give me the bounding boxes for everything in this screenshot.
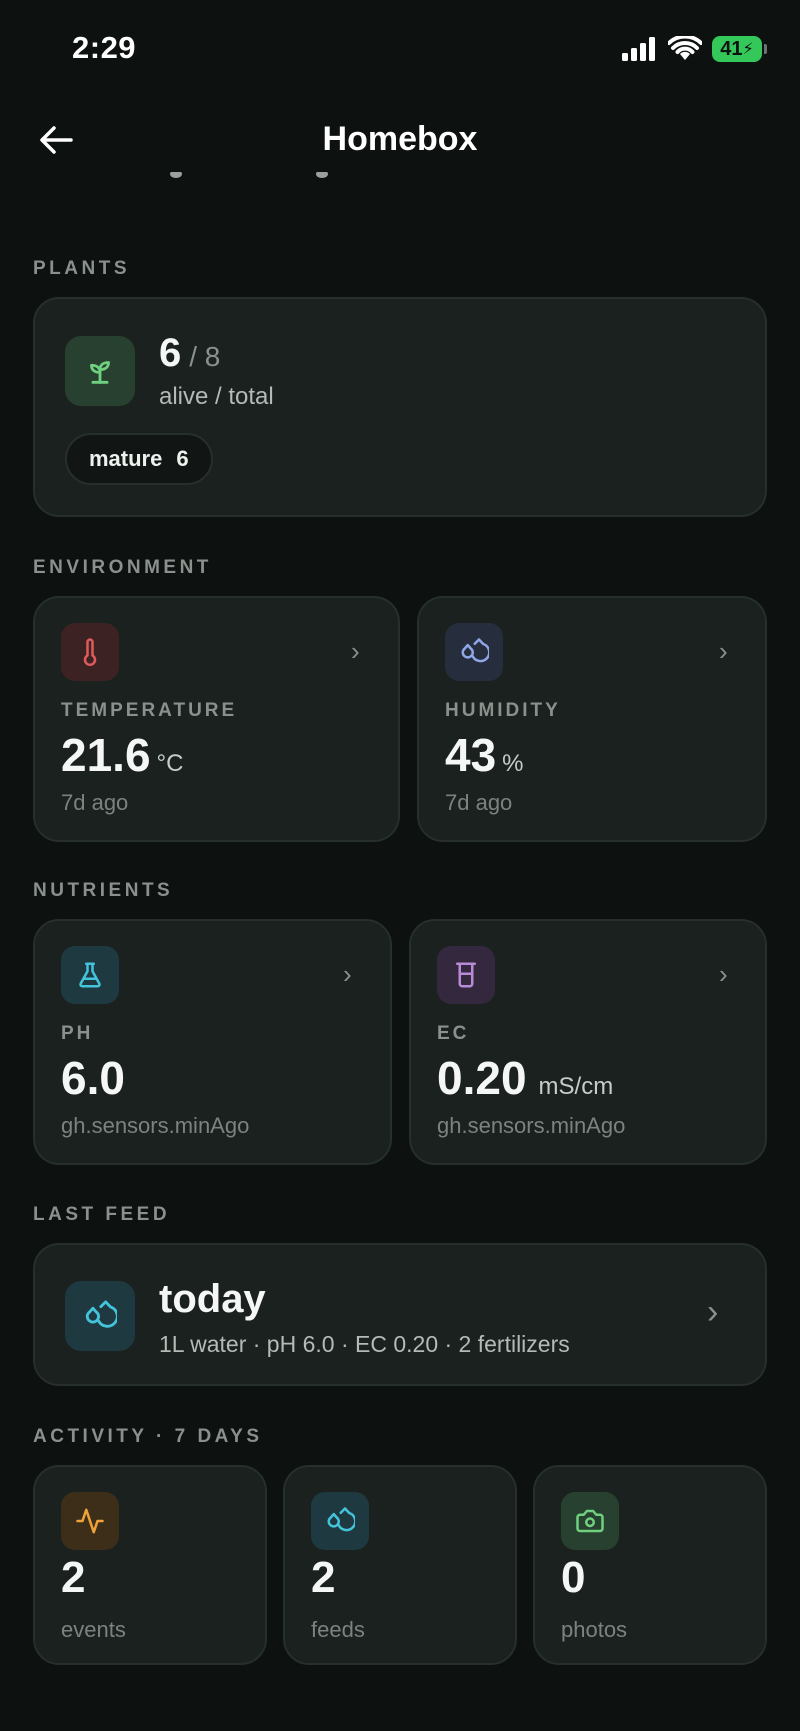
humidity-updated: 7d ago [445,790,513,815]
ec-value: 0.20 mS/cm [437,1051,613,1105]
chevron-right-icon: › [351,636,360,666]
thermometer-icon [83,638,97,666]
flask-icon [79,962,101,988]
plants-count: 6 / 8 [159,331,220,376]
section-label-last-feed: LAST FEED [33,1204,171,1225]
humidity-icon-box [445,623,503,681]
temperature-updated: 7d ago [61,790,129,815]
ec-icon-box [437,946,495,1004]
humidity-number: 43 [445,729,497,781]
photos-label: photos [561,1617,628,1642]
feeds-count: 2 [311,1553,336,1602]
sprout-icon [90,361,110,384]
photos-count: 0 [561,1553,586,1602]
activity-feeds-card[interactable]: 2 feeds [283,1465,517,1665]
activity-pulse-icon [76,1508,104,1534]
stage-pill-mature[interactable]: mature 6 [65,433,213,485]
temperature-number: 21.6 [61,729,151,781]
battery-level: 41 [720,37,743,60]
humidity-card[interactable]: › HUMIDITY 43% 7d ago [417,596,767,842]
plants-alive: 6 [159,331,182,375]
droplets-icon [461,638,489,663]
temperature-value: 21.6 °C [61,728,183,782]
chevron-right-icon: › [719,636,728,666]
ph-label: PH [61,1023,94,1044]
activity-events-card[interactable]: 2 events [33,1465,267,1665]
chevron-right-icon: › [343,959,352,989]
stage-count: 6 [176,446,189,471]
section-label-nutrients: NUTRIENTS [33,880,174,901]
page-title: Homebox [322,120,478,158]
humidity-value: 43% [445,728,524,782]
ec-card[interactable]: › EC 0.20 mS/cm gh.sensors.minAgo [409,919,767,1165]
last-feed-details: 1L water · pH 6.0 · EC 0.20 · 2 fertiliz… [159,1331,570,1357]
feed-icon-box [65,1281,135,1351]
stage-label: mature [89,446,163,471]
navigation-bar: Homebox [0,100,800,180]
plants-card[interactable]: 6 / 8 alive / total mature 6 [33,297,767,517]
section-label-environment: ENVIRONMENT [33,557,212,578]
camera-icon [576,1509,604,1533]
section-label-plants: PLANTS [33,258,130,279]
temperature-label: TEMPERATURE [61,700,238,721]
ph-icon-box [61,946,119,1004]
battery-indicator: 41 ⚡ [712,36,767,62]
charging-bolt-icon: ⚡ [742,41,754,58]
status-bar: 2:29 41 ⚡ [0,0,800,100]
chevron-right-icon: › [707,1293,719,1331]
section-label-activity: ACTIVITY · 7 DAYS [33,1426,263,1447]
humidity-label: HUMIDITY [445,700,561,721]
ph-value: 6.0 [61,1052,125,1104]
ec-label: EC [437,1023,470,1044]
feeds-label: feeds [311,1617,365,1642]
wifi-icon [668,36,702,60]
chevron-right-icon: › [719,959,728,989]
temperature-card[interactable]: › TEMPERATURE 21.6 °C 7d ago [33,596,400,842]
status-time: 2:29 [72,30,137,65]
last-feed-card[interactable]: today 1L water · pH 6.0 · EC 0.20 · 2 fe… [33,1243,767,1386]
events-count: 2 [61,1553,86,1602]
events-icon-box [61,1492,119,1550]
beaker-icon [456,962,476,988]
plant-icon-box [65,336,135,406]
temperature-unit: °C [156,750,184,777]
feeds-icon-box [311,1492,369,1550]
last-feed-when: today [159,1277,266,1321]
cellular-signal-icon [622,37,655,61]
ph-card[interactable]: › PH 6.0 gh.sensors.minAgo [33,919,392,1165]
droplets-icon [85,1300,117,1328]
ec-updated: gh.sensors.minAgo [437,1113,626,1138]
photos-icon-box [561,1492,619,1550]
humidity-unit: % [502,750,524,777]
temperature-icon-box [61,623,119,681]
ph-updated: gh.sensors.minAgo [61,1113,250,1138]
ec-number: 0.20 [437,1052,527,1104]
ec-unit: mS/cm [538,1073,614,1100]
activity-photos-card[interactable]: 0 photos [533,1465,767,1665]
events-label: events [61,1617,126,1642]
plants-total: / 8 [189,341,221,372]
droplets-icon [327,1507,355,1532]
plants-caption: alive / total [159,383,274,410]
status-icons: 41 ⚡ [622,36,767,62]
scrolled-text-fragment [150,172,350,184]
